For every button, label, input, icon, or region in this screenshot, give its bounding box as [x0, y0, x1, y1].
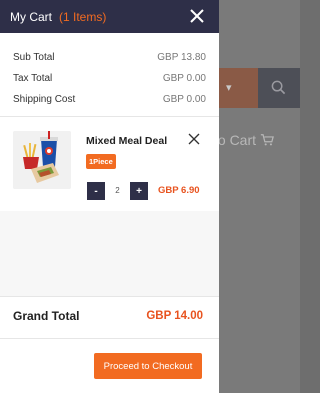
item-size-badge: 1Piece [86, 154, 116, 169]
cart-empty-area [0, 211, 219, 296]
shipping-cost-label: Shipping Cost [13, 94, 76, 105]
close-icon[interactable] [189, 8, 205, 24]
grand-total-row: Grand Total GBP 14.00 [13, 309, 203, 323]
cart-item: Mixed Meal Deal 1Piece - 2 + GBP 6.90 [0, 116, 219, 211]
cart-title: My Cart [10, 9, 52, 24]
grand-total-value: GBP 14.00 [146, 310, 203, 322]
tax-total-row: Tax Total GBP 0.00 [13, 68, 206, 89]
quantity-value[interactable]: 2 [105, 182, 130, 200]
sub-total-label: Sub Total [13, 52, 55, 63]
cart-header: My Cart (1 Items) [0, 0, 219, 33]
grand-total-label: Grand Total [13, 309, 80, 323]
shipping-cost-value: GBP 0.00 [162, 94, 206, 105]
cart-icon [260, 134, 274, 146]
divider [0, 338, 219, 339]
tax-total-label: Tax Total [13, 73, 53, 84]
item-price: GBP 6.90 [158, 185, 200, 196]
meal-deal-image [13, 131, 71, 189]
background-add-to-cart: to Cart [214, 132, 274, 148]
cart-drawer: My Cart (1 Items) Sub Total GBP 13.80 Ta… [0, 0, 219, 393]
cart-summary: Sub Total GBP 13.80 Tax Total GBP 0.00 S… [0, 33, 219, 110]
item-name: Mixed Meal Deal [86, 135, 168, 147]
remove-item-icon[interactable] [188, 133, 200, 145]
proceed-to-checkout-button[interactable]: Proceed to Checkout [94, 353, 202, 379]
background-search-button [258, 68, 300, 108]
divider [0, 296, 219, 297]
item-image [13, 131, 71, 189]
shipping-cost-row: Shipping Cost GBP 0.00 [13, 89, 206, 110]
background-add-to-cart-label: to Cart [214, 132, 257, 148]
quantity-increase-button[interactable]: + [130, 182, 148, 200]
search-icon [271, 80, 286, 95]
sub-total-value: GBP 13.80 [157, 52, 206, 63]
quantity-decrease-button[interactable]: - [87, 182, 105, 200]
chevron-down-icon: ▾ [226, 82, 232, 94]
tax-total-value: GBP 0.00 [162, 73, 206, 84]
cart-item-count: (1 Items) [59, 9, 107, 24]
sub-total-row: Sub Total GBP 13.80 [13, 47, 206, 68]
